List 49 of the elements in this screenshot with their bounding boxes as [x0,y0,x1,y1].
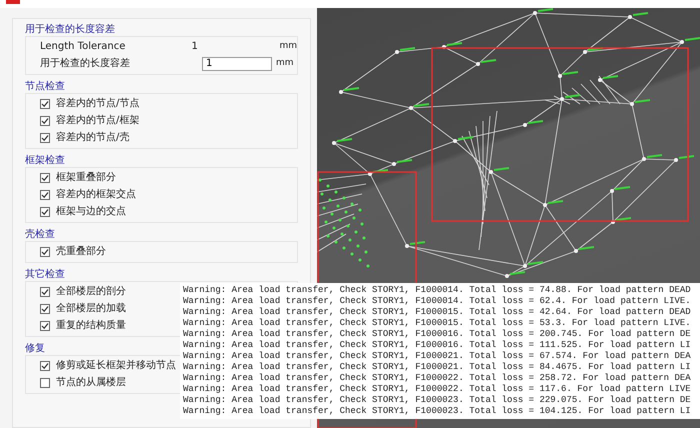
log-line: Warning: Area load transfer, Check STORY1, F1000016. Total loss = 111.525. For load pattern LI [183,340,692,351]
checkbox-label: 框架重叠部分 [56,171,116,184]
log-line: Warning: Area load transfer, Check STORY1, F1000015. Total loss = 42.64. For load pattern DEAD [183,307,692,318]
group-title: 用于检查的长度容差 [25,23,115,36]
checkbox-label: 全部楼层的剖分 [56,285,126,298]
tolerance-input[interactable]: 1 [202,56,272,70]
checkbox-label: 容差内的框架交点 [56,188,136,201]
log-line: Warning: Area load transfer, Check STORY1, F1000021. Total loss = 67.574. For load pattern DEA [183,351,692,362]
checkbox-label: 壳重叠部分 [56,245,106,258]
log-line: Warning: Area load transfer, Check STORY1, F1000023. Total loss = 229.075. For load pattern DE [183,395,692,406]
checkbox[interactable] [40,304,50,314]
log-line: Warning: Area load transfer, Check STORY1, F1000021. Total loss = 84.4675. For load pattern LI [183,362,692,373]
unit-label: mm [276,57,294,70]
log-line: Warning: Area load transfer, Check STORY1, F1000014. Total loss = 62.4. For load pattern LIVE. [183,296,692,307]
checkbox-label: 节点的从属楼层 [56,376,126,389]
checkbox-label: 容差内的节点/壳 [56,131,130,144]
unit-label: mm [279,40,297,53]
checkbox[interactable] [40,320,50,330]
checkbox[interactable] [40,98,50,108]
checkbox[interactable] [40,206,50,216]
log-line: Warning: Area load transfer, Check STORY1, F1000023. Total loss = 104.125. For load pattern LI [183,406,692,417]
log-line: Warning: Area load transfer, Check STORY1, F1000022. Total loss = 258.72. For load pattern DEA [183,373,692,384]
group-title: 节点检查 [25,80,65,93]
group-title: 修复 [25,342,45,355]
log-line: Warning: Area load transfer, Check STORY1, F1000015. Total loss = 53.3. For load pattern LIVE. [183,318,692,329]
checkbox[interactable] [40,172,50,182]
checkbox-label: 重复的结构质量 [56,319,126,332]
checkbox[interactable] [40,190,50,200]
checkbox-label: 修剪或延长框架并移动节点 [56,359,176,372]
checkbox[interactable] [40,246,50,256]
field-label: 用于检查的长度容差 [40,57,131,70]
checkbox[interactable] [40,116,50,126]
checkbox[interactable] [40,132,50,142]
checkbox-label: 容差内的节点/框架 [56,114,140,127]
checkbox[interactable] [40,378,50,388]
group-title: 框架检查 [25,154,65,167]
checkbox[interactable] [40,360,50,370]
group-title: 其它检查 [25,268,65,281]
log-line: Warning: Area load transfer, Check STORY1, F1000014. Total loss = 74.88. For load pattern DEAD [183,285,692,296]
checkbox-label: 框架与边的交点 [56,205,126,218]
field-label: Length Tolerance [40,40,126,53]
checkbox-label: 全部楼层的加载 [56,302,126,315]
log-line: Warning: Area load transfer, Check STORY1, F1000022. Total loss = 117.6. For load pattern LIVE [183,384,692,395]
title-bar-mark [6,0,20,4]
log-line: Warning: Area load transfer, Check STORY1, F1000016. Total loss = 200.745. For load pattern DE [183,329,692,340]
tolerance-value: 1 [192,40,199,53]
checkbox[interactable] [40,286,50,296]
checkbox-label: 容差内的节点/节点 [56,97,140,110]
group-title: 壳检查 [25,228,55,241]
